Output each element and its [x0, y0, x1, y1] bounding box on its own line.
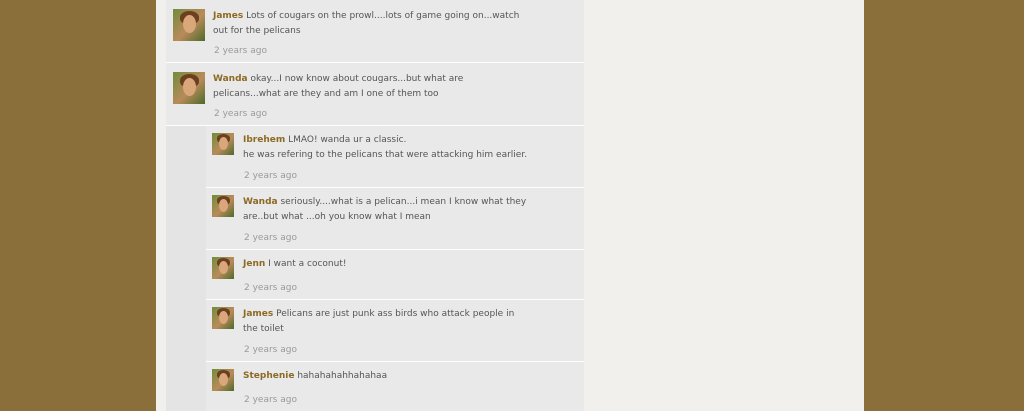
comment-timestamp[interactable]: 2 years ago: [214, 109, 267, 119]
comment-body: Wanda seriously....what is a pelican...i…: [243, 195, 528, 225]
comment-text: I want a coconut!: [268, 259, 347, 269]
comment-timestamp[interactable]: 2 years ago: [244, 283, 297, 293]
reply-item: Stephenie hahahahahhahahaa 2 years ago: [206, 362, 584, 411]
reply-item: Jenn I want a coconut! 2 years ago: [206, 250, 584, 300]
comment-author-link[interactable]: Stephenie: [243, 371, 294, 381]
avatar[interactable]: [212, 257, 234, 279]
comment-text: seriously....what is a pelican...i mean …: [243, 197, 527, 222]
comment-item: James Lots of cougars on the prowl....lo…: [166, 0, 584, 63]
comment-item: Wanda okay...I now know about cougars...…: [166, 63, 584, 126]
comment-author-link[interactable]: James: [243, 309, 273, 319]
comment-text: Lots of cougars on the prowl....lots of …: [213, 11, 520, 36]
reply-item: Ibrehem LMAO! wanda ur a classic. he was…: [206, 126, 584, 188]
comment-timestamp[interactable]: 2 years ago: [244, 171, 297, 181]
avatar[interactable]: [212, 369, 234, 391]
comment-body: Ibrehem LMAO! wanda ur a classic. he was…: [243, 133, 573, 163]
comment-body: Stephenie hahahahahhahahaa: [243, 369, 563, 384]
comment-author-link[interactable]: James: [213, 11, 243, 21]
comment-thread: James Lots of cougars on the prowl....lo…: [166, 0, 584, 411]
avatar[interactable]: [173, 9, 205, 41]
comment-body: Jenn I want a coconut!: [243, 257, 563, 272]
comment-text-line2: he was refering to the pelicans that wer…: [243, 150, 528, 160]
comment-author-link[interactable]: Wanda: [243, 197, 278, 207]
comment-author-link[interactable]: Jenn: [243, 259, 265, 269]
comment-author-link[interactable]: Wanda: [213, 74, 248, 84]
comment-text: okay...I now know about cougars...but wh…: [213, 74, 464, 99]
avatar[interactable]: [212, 133, 234, 155]
comment-text: Pelicans are just punk ass birds who att…: [243, 309, 515, 334]
avatar[interactable]: [212, 307, 234, 329]
comment-timestamp[interactable]: 2 years ago: [214, 46, 267, 56]
comment-body: James Pelicans are just punk ass birds w…: [243, 307, 528, 337]
comment-timestamp[interactable]: 2 years ago: [244, 345, 297, 355]
avatar[interactable]: [173, 72, 205, 104]
comment-timestamp[interactable]: 2 years ago: [244, 233, 297, 243]
reply-item: Wanda seriously....what is a pelican...i…: [206, 188, 584, 250]
comment-text: hahahahahhahahaa: [297, 371, 388, 381]
comment-text: LMAO! wanda ur a classic.: [288, 135, 407, 145]
page-content: James Lots of cougars on the prowl....lo…: [156, 0, 864, 411]
reply-item: James Pelicans are just punk ass birds w…: [206, 300, 584, 362]
avatar[interactable]: [212, 195, 234, 217]
comment-author-link[interactable]: Ibrehem: [243, 135, 285, 145]
comment-timestamp[interactable]: 2 years ago: [244, 395, 297, 405]
comment-body: James Lots of cougars on the prowl....lo…: [213, 9, 533, 39]
comment-body: Wanda okay...I now know about cougars...…: [213, 72, 533, 102]
